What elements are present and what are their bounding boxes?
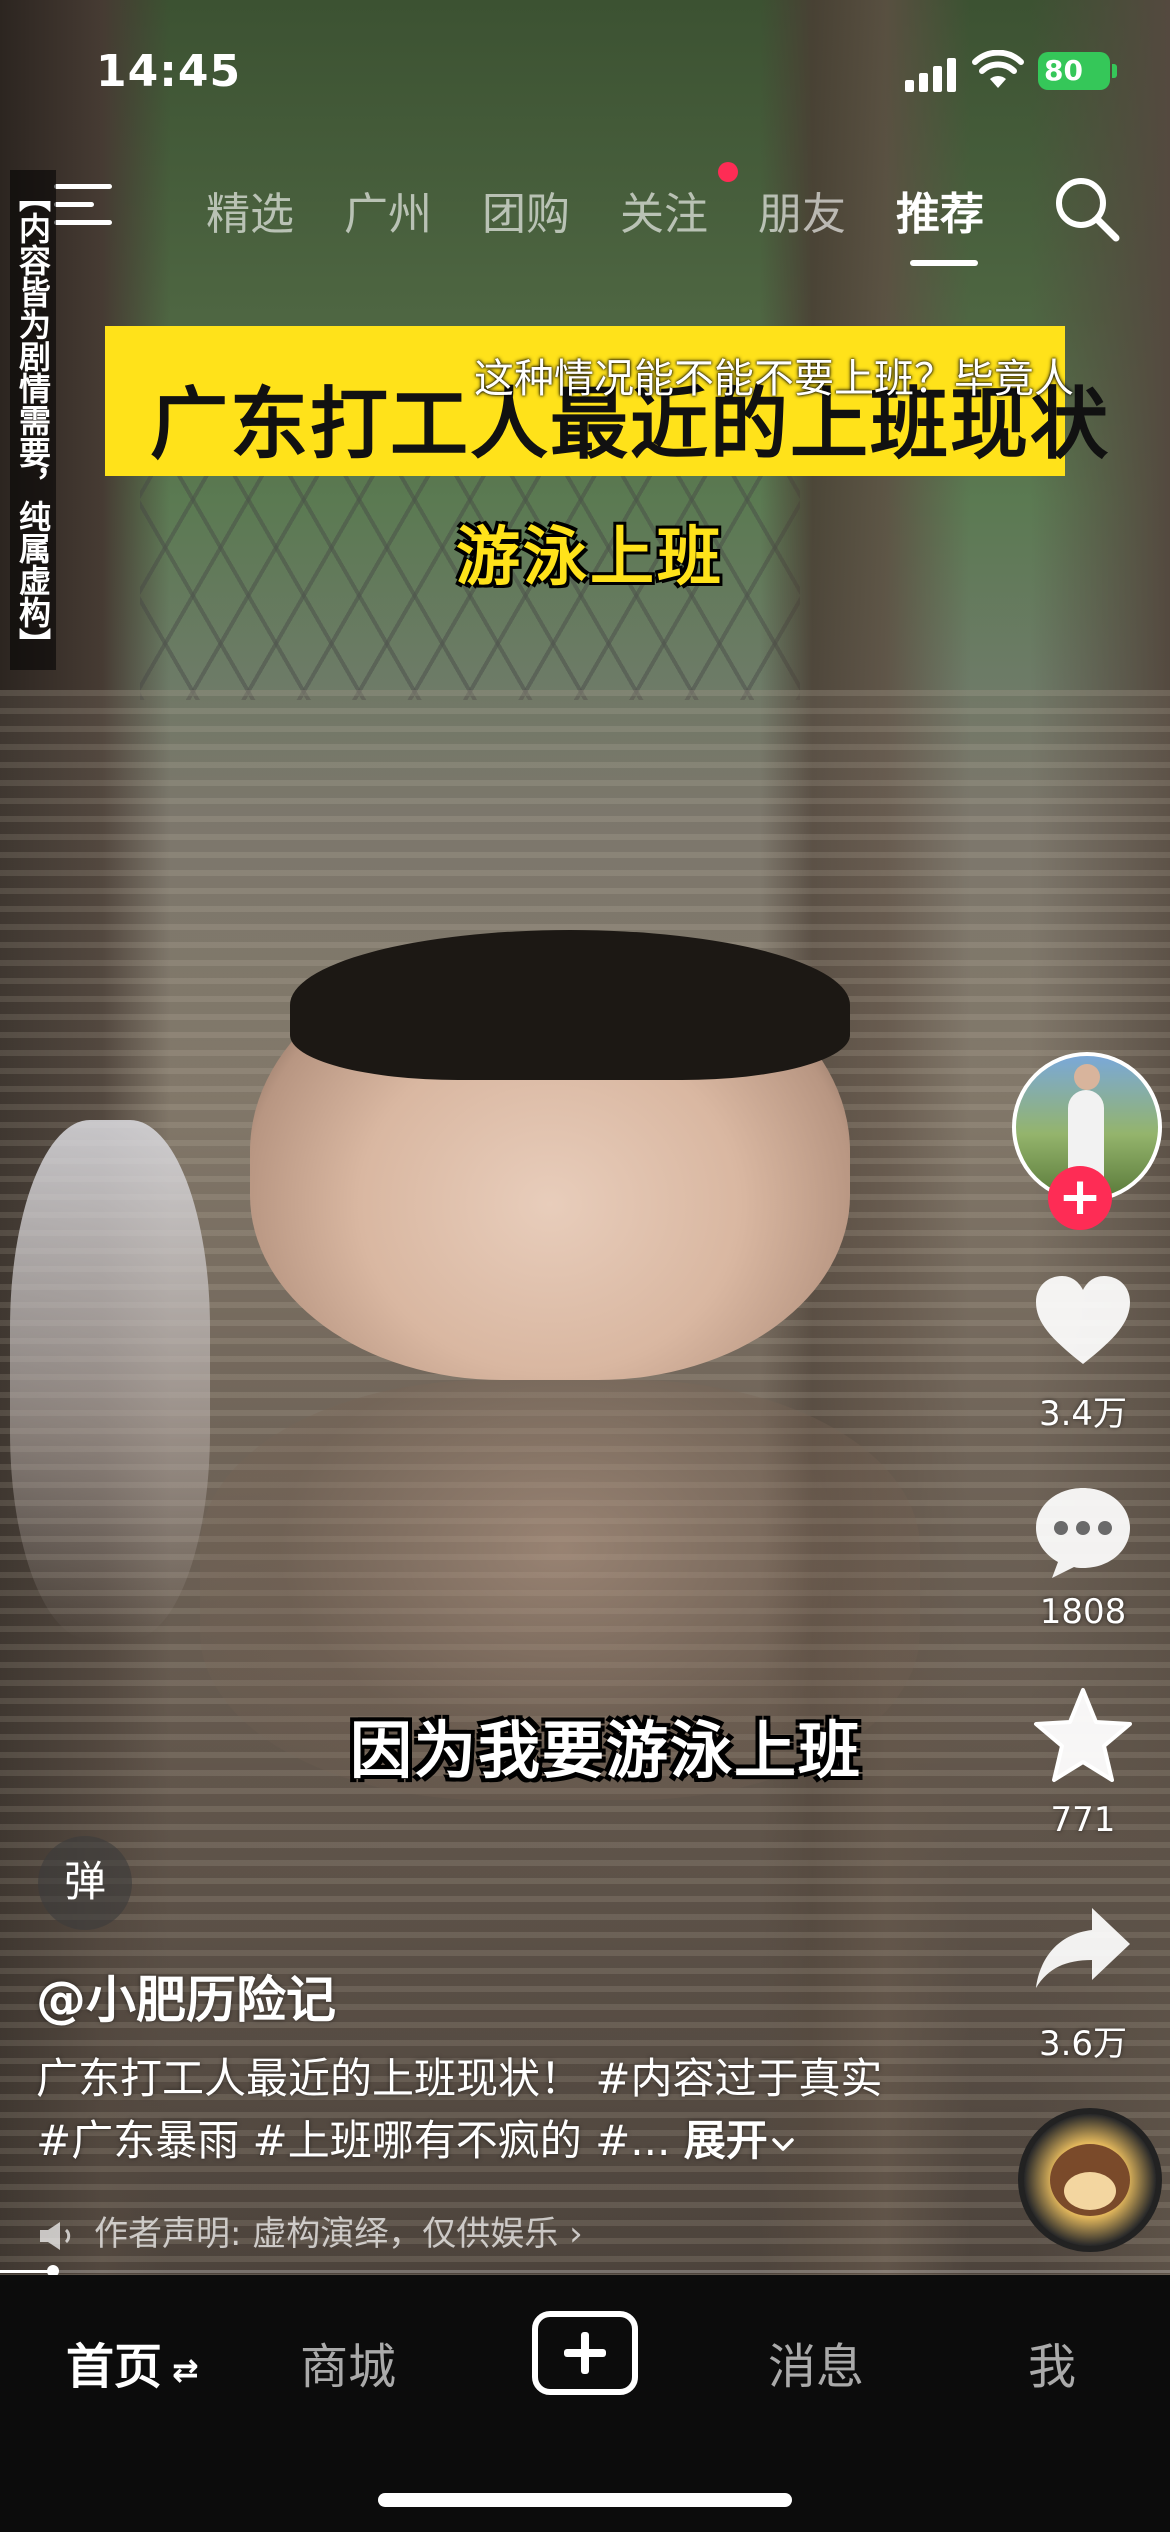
tab-following[interactable]: 关注 [620,178,708,242]
create-post-button[interactable] [532,2311,638,2395]
active-tab-indicator [910,260,978,266]
fiction-disclaimer: 【内容皆为剧情需要，纯属虚构】 [10,170,56,670]
post-caption[interactable]: 广东打工人最近的上班现状！ #内容过于真实 #广东暴雨 #上班哪有不疯的 #..… [36,2048,896,2172]
search-icon[interactable] [1052,174,1122,244]
tab-mall[interactable]: 商城 [300,2327,396,2397]
favorite-star-icon[interactable] [1030,1686,1136,1786]
home-indicator[interactable] [378,2493,792,2507]
status-bar: 14:45 80 [0,0,1170,150]
notification-dot [718,162,738,182]
tab-featured[interactable]: 精选 [206,178,294,242]
speaker-icon [40,2221,71,2250]
favorite-count: 771 [1050,1800,1116,1840]
comment-count: 1808 [1039,1592,1127,1632]
app-screen: 14:45 80 精选 广州 团购 关注 朋友 推荐 【内容皆为剧情需要，纯属虚… [0,0,1170,2532]
music-disc[interactable] [1018,2108,1162,2252]
expand-link[interactable]: 展开 [684,2116,796,2165]
battery-tip [1112,64,1117,78]
avatar-person-head [1074,1064,1100,1090]
like-icon[interactable] [1030,1272,1136,1372]
share-count: 3.6万 [1038,2024,1128,2064]
plus-icon-vertical [581,2332,589,2374]
wifi-icon [972,50,1024,88]
hand [10,1120,210,1640]
declaration-text: 作者声明: 虚构演绎，仅供娱乐 › [94,2214,583,2254]
danmaku-toggle-button[interactable]: 弹 [38,1836,132,1930]
tab-group-buy[interactable]: 团购 [482,178,570,242]
tab-messages[interactable]: 消息 [768,2327,864,2397]
tab-me[interactable]: 我 [1028,2327,1076,2397]
cellular-signal-icon [905,58,956,92]
tab-recommended[interactable]: 推荐 [896,178,984,242]
person-hair [290,930,850,1080]
like-count: 3.4万 [1038,1394,1128,1434]
author-declaration[interactable]: 作者声明: 虚构演绎，仅供娱乐 › [36,2206,583,2255]
chevron-down-icon [771,2137,794,2151]
video-subtitle: 因为我要游泳上班 [350,1714,863,1787]
follow-button[interactable]: + [1048,1166,1112,1230]
video-subtitle-top: 游泳上班 [456,521,724,595]
author-name[interactable]: @小肥历险记 [36,1960,336,2032]
tab-friends[interactable]: 朋友 [758,178,846,242]
battery-level: 80 [1044,54,1083,87]
tab-guangzhou[interactable]: 广州 [344,178,432,242]
monkey-icon [1050,2144,1130,2216]
tab-home-label: 首页 [66,2339,163,2395]
progress-fill [0,2270,53,2273]
menu-icon[interactable] [52,180,116,230]
monkey-mouth [1064,2172,1116,2210]
danmaku-comment: 这种情况能不能不要上班？毕竟人 [474,356,1074,402]
tab-home[interactable]: 首页 ⇄ [66,2327,199,2397]
video-progress-bar[interactable] [0,2265,1170,2277]
battery-icon: 80 [1038,52,1110,90]
comment-icon[interactable] [1030,1482,1136,1582]
share-icon[interactable] [1030,1900,1136,2000]
refresh-arrows-icon: ⇄ [172,2351,199,2389]
expand-label: 展开 [683,2116,768,2165]
status-time: 14:45 [96,46,242,97]
top-nav: 精选 广州 团购 关注 朋友 推荐 [0,160,1170,280]
